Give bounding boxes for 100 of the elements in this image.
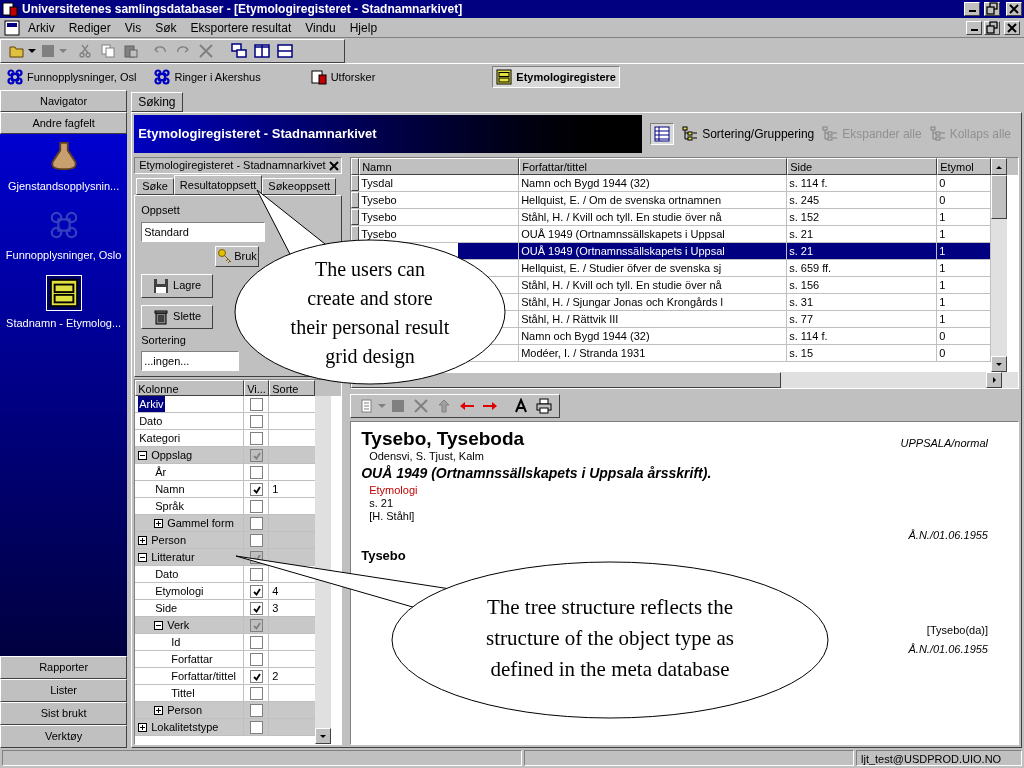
column-header[interactable]: Sorte [269,380,316,396]
checkbox[interactable] [249,465,263,479]
checkbox[interactable] [249,431,263,445]
minimize-button[interactable] [964,2,980,16]
tree-item[interactable]: Etymologi [154,582,205,600]
scroll-thumb[interactable] [991,175,1008,219]
restore-button[interactable] [984,20,1000,35]
menu-item[interactable]: Rediger [62,18,117,37]
column-header[interactable]: Etymol [937,158,992,175]
tree-item[interactable]: Kategori [138,429,182,447]
restore-icon [984,1,1000,17]
row-header[interactable] [351,175,360,191]
table-cell[interactable]: Ståhl, H. / Kvill och tyll. En studie över nå [519,277,788,293]
tree-item[interactable]: Namn [154,480,186,498]
collapse-icon [138,450,148,460]
checkbox[interactable] [249,482,263,496]
close-button[interactable] [1006,2,1022,16]
tree-item[interactable]: År [154,463,168,481]
row-header[interactable] [351,209,360,225]
table-cell[interactable]: Modéer, I. / Stranda 1931 [519,345,788,361]
checkbox[interactable] [249,703,263,717]
layout-field[interactable]: Standard [141,221,266,242]
checkbox[interactable] [249,499,263,513]
tree-item[interactable]: Id [170,633,182,651]
checkbox[interactable] [249,720,263,734]
tree-item[interactable]: Side [154,599,179,617]
tab[interactable]: Søkeoppsett [262,178,337,195]
checkbox[interactable] [249,601,263,615]
toolbar-button[interactable]: Sortering/Gruppering [682,125,815,143]
table-cell: s. 21 [787,243,938,259]
tree-item[interactable]: Språk [154,497,185,515]
window-tab[interactable]: Funnopplysninger, Osl [4,66,140,88]
checkbox[interactable] [249,414,263,428]
window-tab[interactable]: Ringer i Akershus [151,66,264,88]
checkbox[interactable] [249,448,263,462]
table-cell[interactable]: Hellquist, E. / Studier öfver de svenska sj [519,260,788,276]
reference-text: [Tysebo(da)] [926,624,988,637]
navigator-item[interactable]: Stadnamn - Etymolog... [0,275,128,332]
tree-item[interactable]: Forfattar/tittel [170,667,237,685]
tree-item[interactable]: Verk [166,616,191,634]
navigator-button[interactable]: Verktøy [0,725,128,748]
apply-button[interactable]: Bruk [215,245,260,267]
navigator-button[interactable]: Lister [0,679,128,702]
save-button[interactable]: Lagre [141,273,214,298]
sort-field[interactable]: ...ingen... [141,351,240,371]
tab[interactable]: Resultatoppsett [173,175,263,195]
caret-icon [378,404,387,408]
table-cell[interactable]: OUÅ 1949 (Ortnamnssällskapets i Uppsal [519,243,788,259]
menu-item[interactable]: Vindu [299,18,342,37]
menu-item[interactable]: Hjelp [343,18,384,37]
checkbox[interactable] [249,584,263,598]
checkbox[interactable] [249,669,263,683]
table-cell[interactable]: Ståhl, H. / Rättvik III [519,311,788,327]
tree-item[interactable]: Dato [154,565,180,583]
checkbox[interactable] [249,635,263,649]
entry-title: Tysebo, Tyseboda [361,428,525,450]
checkbox[interactable] [249,618,263,632]
delete-button[interactable]: Slette [141,304,214,329]
navigator-button[interactable]: Sist brukt [0,702,128,725]
row-header[interactable] [351,192,360,208]
menu-item[interactable]: Vis [118,18,148,37]
column-header[interactable]: Side [787,158,938,175]
grid-view-button[interactable] [650,123,675,145]
window-tab[interactable]: Etymologiregistere [492,66,620,88]
navigator-header[interactable]: Navigator [0,90,128,112]
close-button[interactable] [1004,20,1020,35]
column-header[interactable]: Kolonne [135,380,245,396]
tree-item[interactable]: Forfattar [170,650,214,668]
table-cell[interactable]: Hellquist, E. / Om de svenska ortnamnen [519,192,788,208]
tree-item[interactable]: Tittel [170,684,196,702]
menu-item[interactable]: Søk [149,18,183,37]
document-icon [4,19,20,36]
table-cell: Tysebo [361,211,397,223]
table-cell[interactable]: Namn och Bygd 1944 (32) [519,175,788,191]
column-header[interactable]: Vi... [244,380,270,396]
tree-item[interactable]: Dato [138,412,164,430]
checkbox[interactable] [249,567,263,581]
tab[interactable]: Søke [136,178,174,195]
window-tab[interactable]: Utforsker [307,66,379,88]
column-header[interactable]: Forfattar/tittel [519,158,788,175]
group-header[interactable]: Andre fagfelt [0,112,128,134]
table-cell[interactable]: Namn och Bygd 1944 (32) [519,328,788,344]
checkbox[interactable] [249,652,263,666]
table-cell[interactable]: Ståhl, H. / Sjungar Jonas och Krongårds l [519,294,788,310]
minimize-button[interactable] [966,20,982,35]
restore-button[interactable] [984,2,1000,16]
table-cell[interactable]: OUÅ 1949 (Ortnamnssällskapets i Uppsal [519,226,788,242]
checkbox[interactable] [249,686,263,700]
knot-icon [7,69,23,85]
column-header[interactable]: Namn [359,158,520,175]
menu-item[interactable]: Eksportere resultat [184,18,298,37]
checkbox[interactable] [249,533,263,547]
navigator-item[interactable]: Funnopplysninger, Oslo [0,206,128,263]
navigator-button[interactable]: Rapporter [0,656,128,679]
menu-item[interactable]: Arkiv [22,18,61,37]
checkbox[interactable] [249,397,263,411]
navigator-item[interactable]: Gjenstandsopplysnin... [0,138,128,195]
checkbox[interactable] [249,516,263,530]
table-cell[interactable]: Ståhl, H. / Kvill och tyll. En studie över nå [519,209,788,225]
page-tab[interactable]: Søking [131,92,183,112]
